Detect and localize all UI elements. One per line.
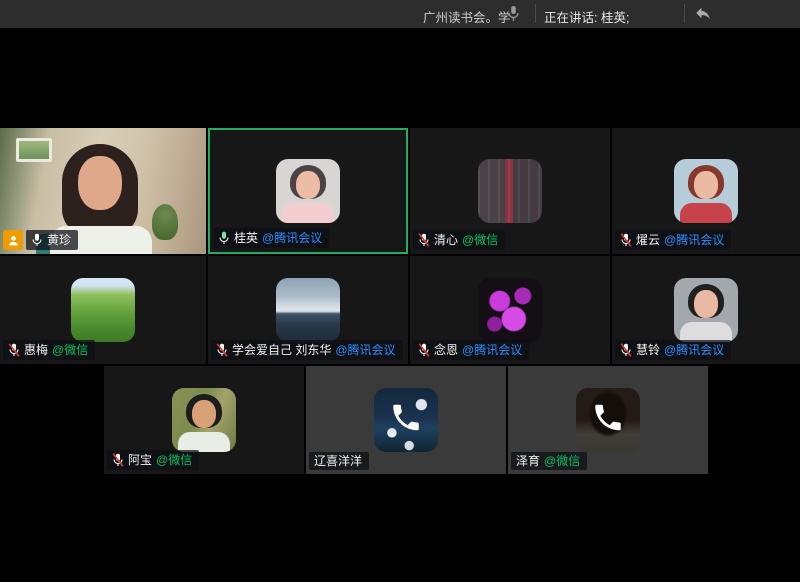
participant-label: 泽育 @微信 bbox=[511, 452, 587, 470]
platform-tag: @微信 bbox=[462, 234, 498, 246]
participant-tile-4[interactable]: 惠梅 @微信 bbox=[0, 256, 206, 364]
mic-icon bbox=[218, 231, 230, 245]
participant-name: 桂英 bbox=[234, 232, 258, 244]
plant bbox=[152, 204, 178, 240]
mic-muted-icon bbox=[216, 343, 228, 357]
participant-label: 辽喜洋洋 bbox=[309, 452, 369, 470]
participant-label-row: 辽喜洋洋 bbox=[309, 452, 369, 470]
avatar-shirt bbox=[282, 203, 334, 223]
participant-name: 辽喜洋洋 bbox=[314, 455, 362, 467]
participant-label: 阿宝 @微信 bbox=[107, 450, 199, 470]
avatar-face bbox=[296, 171, 320, 199]
participant-label: 清心 @微信 bbox=[413, 230, 505, 250]
avatar bbox=[478, 278, 542, 342]
avatar bbox=[276, 159, 340, 223]
participant-label: 慧铃 @腾讯会议 bbox=[615, 340, 731, 360]
platform-tag: @微信 bbox=[52, 344, 88, 356]
topbar-divider bbox=[535, 4, 536, 23]
participant-name: 学会爱自己 刘东华 bbox=[232, 344, 331, 356]
participant-tile-0[interactable]: 黄珍 bbox=[0, 128, 206, 254]
participant-label-row: 燿云 @腾讯会议 bbox=[615, 230, 731, 250]
platform-tag: @腾讯会议 bbox=[262, 232, 322, 244]
avatar bbox=[576, 388, 640, 452]
avatar-face bbox=[192, 400, 216, 428]
reply-arrow-icon bbox=[693, 4, 713, 25]
wall-art bbox=[16, 138, 52, 162]
mic-muted-icon bbox=[620, 343, 632, 357]
avatar-face bbox=[694, 290, 718, 318]
participant-tile-6[interactable]: 念恩 @腾讯会议 bbox=[410, 256, 610, 364]
participant-label-row: 念恩 @腾讯会议 bbox=[413, 340, 529, 360]
participant-name: 慧铃 bbox=[636, 344, 660, 356]
participant-name: 惠梅 bbox=[24, 344, 48, 356]
participant-label: 念恩 @腾讯会议 bbox=[413, 340, 529, 360]
participant-label-row: 惠梅 @微信 bbox=[3, 340, 95, 360]
avatar bbox=[674, 159, 738, 223]
participant-label: 燿云 @腾讯会议 bbox=[615, 230, 731, 250]
participant-tile-1[interactable]: 桂英 @腾讯会议 bbox=[208, 128, 408, 254]
avatar bbox=[478, 159, 542, 223]
participant-label: 惠梅 @微信 bbox=[3, 340, 95, 360]
participant-name: 念恩 bbox=[434, 344, 458, 356]
mic-muted-icon bbox=[620, 233, 632, 247]
platform-tag: @腾讯会议 bbox=[462, 344, 522, 356]
participant-name: 燿云 bbox=[636, 234, 660, 246]
participant-name: 阿宝 bbox=[128, 454, 152, 466]
participant-tile-3[interactable]: 燿云 @腾讯会议 bbox=[612, 128, 800, 254]
participant-label-row: 清心 @微信 bbox=[413, 230, 505, 250]
reply-arrow-button[interactable] bbox=[691, 3, 715, 25]
participant-label-row: 慧铃 @腾讯会议 bbox=[615, 340, 731, 360]
topbar: 广州读书会。学 正在讲话: 桂英; bbox=[0, 0, 800, 28]
avatar bbox=[276, 278, 340, 342]
participant-label-row: 泽育 @微信 bbox=[511, 452, 587, 470]
avatar-shirt bbox=[680, 203, 732, 223]
participant-label: 桂英 @腾讯会议 bbox=[213, 228, 329, 248]
platform-tag: @腾讯会议 bbox=[664, 344, 724, 356]
avatar bbox=[71, 278, 135, 342]
speaking-status: 正在讲话: 桂英; bbox=[544, 7, 629, 26]
participant-tile-5[interactable]: 学会爱自己 刘东华 @腾讯会议 bbox=[208, 256, 408, 364]
speaker-mic-icon bbox=[507, 5, 520, 27]
avatar-face bbox=[694, 171, 718, 199]
host-person-icon bbox=[3, 230, 23, 250]
topbar-divider bbox=[684, 4, 685, 23]
participant-tile-7[interactable]: 慧铃 @腾讯会议 bbox=[612, 256, 800, 364]
avatar bbox=[172, 388, 236, 452]
phone-call-icon bbox=[591, 401, 625, 440]
participant-label-row: 学会爱自己 刘东华 @腾讯会议 bbox=[211, 340, 403, 360]
avatar bbox=[374, 388, 438, 452]
avatar bbox=[674, 278, 738, 342]
participant-label-row: 桂英 @腾讯会议 bbox=[213, 228, 329, 248]
mic-muted-icon bbox=[418, 343, 430, 357]
platform-tag: @微信 bbox=[156, 454, 192, 466]
participant-name: 黄珍 bbox=[47, 234, 71, 246]
participant-tile-8[interactable]: 阿宝 @微信 bbox=[104, 366, 304, 474]
participant-tile-2[interactable]: 清心 @微信 bbox=[410, 128, 610, 254]
avatar-shirt bbox=[680, 322, 732, 342]
participant-tile-9[interactable]: 辽喜洋洋 bbox=[306, 366, 506, 474]
platform-tag: @腾讯会议 bbox=[335, 344, 395, 356]
platform-tag: @微信 bbox=[544, 455, 580, 467]
mic-icon bbox=[31, 233, 43, 247]
participant-label-row: 阿宝 @微信 bbox=[107, 450, 199, 470]
participant-label: 黄珍 bbox=[26, 230, 78, 250]
meeting-title: 广州读书会。学 bbox=[423, 7, 511, 26]
participant-name: 泽育 bbox=[516, 455, 540, 467]
participant-label: 学会爱自己 刘东华 @腾讯会议 bbox=[211, 340, 403, 360]
phone-call-icon bbox=[389, 401, 423, 440]
mic-muted-icon bbox=[112, 453, 124, 467]
person-face bbox=[78, 156, 122, 210]
avatar-shirt bbox=[178, 432, 230, 452]
mic-muted-icon bbox=[418, 233, 430, 247]
mic-muted-icon bbox=[8, 343, 20, 357]
platform-tag: @腾讯会议 bbox=[664, 234, 724, 246]
participant-name: 清心 bbox=[434, 234, 458, 246]
participant-tile-10[interactable]: 泽育 @微信 bbox=[508, 366, 708, 474]
participant-label-row: 黄珍 bbox=[3, 230, 78, 250]
